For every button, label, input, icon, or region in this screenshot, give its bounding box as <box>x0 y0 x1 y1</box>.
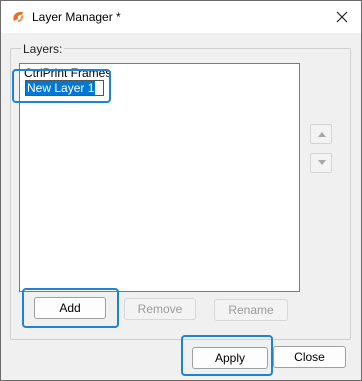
layer-manager-window: Layer Manager * Layers: CtrlPrint Frames… <box>0 0 362 381</box>
highlight-apply <box>181 335 273 376</box>
layers-group-label: Layers: <box>21 42 65 56</box>
close-button[interactable]: Close <box>273 346 346 368</box>
window-title: Layer Manager * <box>32 10 121 24</box>
remove-button[interactable]: Remove <box>124 298 196 320</box>
title-bar: Layer Manager * <box>1 1 361 33</box>
down-arrow-icon <box>318 160 326 165</box>
app-icon <box>13 12 24 22</box>
highlight-new-layer <box>12 69 111 103</box>
close-window-button[interactable] <box>331 7 353 27</box>
close-icon <box>336 11 348 23</box>
up-arrow-icon <box>318 132 326 137</box>
rename-button[interactable]: Rename <box>214 299 288 321</box>
move-down-button[interactable] <box>310 153 332 173</box>
highlight-add <box>22 288 119 328</box>
move-up-button[interactable] <box>310 124 332 144</box>
